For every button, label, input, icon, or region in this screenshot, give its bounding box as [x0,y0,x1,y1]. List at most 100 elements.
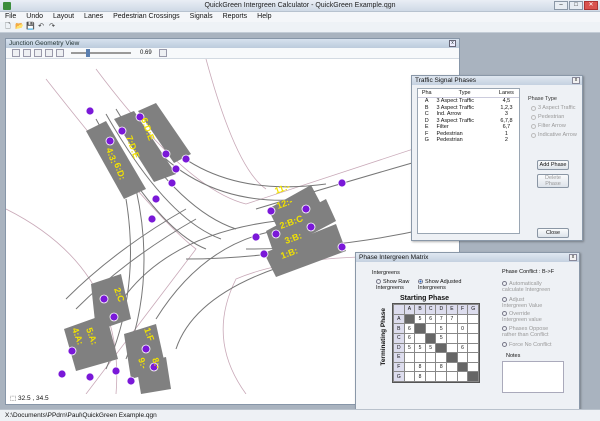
matrix-cell[interactable] [467,332,479,344]
matrix-cell[interactable] [424,371,437,382]
show-adjusted-option[interactable]: Show Adjusted Intergreens [418,279,464,291]
menu-layout[interactable]: Layout [48,12,79,22]
matrix-col-header: B [414,304,426,315]
phases-oppose-option[interactable]: Phases Oppose rather than Conflict [502,326,552,338]
table-row[interactable]: G Pedestrian 2 [418,137,519,144]
matrix-cell[interactable] [435,342,448,354]
menu-help[interactable]: Help [252,12,276,22]
matrix-cell[interactable] [414,323,426,334]
matrix-cell[interactable] [424,352,437,363]
matrix-cell[interactable] [467,323,479,334]
matrix-cell[interactable]: 7 [435,313,448,325]
show-raw-option[interactable]: Show Raw Intergreens [376,279,416,291]
matrix-cell[interactable] [456,352,469,363]
zoom-slider[interactable] [71,49,131,57]
redo-icon[interactable]: ↷ [48,23,56,31]
maximize-button[interactable]: □ [569,1,583,10]
matrix-cell[interactable] [446,323,458,334]
notes-textarea[interactable] [502,361,564,393]
matrix-cell[interactable]: 5 [403,342,416,354]
override-intergreen-option[interactable]: Override Intergreen value [502,311,546,323]
save-icon[interactable]: 💾 [26,23,35,31]
matrix-cell[interactable] [403,352,416,363]
crossing-tool-icon[interactable] [45,49,53,57]
matrix-cell[interactable] [403,313,416,325]
add-phase-button[interactable]: Add Phase [537,160,569,170]
matrix-cell[interactable] [467,361,479,373]
table-row[interactable]: A 3 Aspect Traffic 4,5 [418,98,519,105]
matrix-cell[interactable]: 5 [435,323,448,334]
matrix-cell[interactable] [456,361,469,373]
matrix-cell[interactable]: 7 [446,313,458,325]
phase-type-option[interactable]: Filter Arrow [531,123,577,129]
matrix-cell[interactable] [446,352,458,363]
matrix-cell[interactable] [435,371,448,382]
matrix-cell[interactable]: 5 [414,342,426,354]
matrix-cell[interactable] [456,313,469,325]
close-button[interactable]: ✕ [584,1,598,10]
grid-icon[interactable] [158,49,167,57]
delete-phase-button[interactable]: Delete Phase [537,174,569,188]
matrix-cell[interactable] [403,361,416,373]
column-header: Pha [418,89,436,98]
matrix-cell[interactable] [414,352,426,363]
matrix-cell[interactable] [403,371,416,382]
matrix-cell[interactable] [424,332,437,344]
matrix-cell[interactable]: 8 [414,371,426,382]
matrix-cell[interactable]: 5 [414,313,426,325]
matrix-cell[interactable]: 0 [456,323,469,334]
close-dialog-button[interactable]: Close [537,228,569,238]
phase-type-option[interactable]: Indicative Arrow [531,132,577,138]
new-file-icon[interactable]: 🗋 [4,23,12,31]
matrix-row-header: E [393,352,405,363]
auto-calc-option[interactable]: Automatically calculate Intergreen [502,281,552,293]
undo-icon[interactable]: ↶ [37,23,45,31]
close-icon[interactable]: x [569,254,577,261]
matrix-cell[interactable] [424,323,437,334]
phases-table[interactable]: Pha Type Lanes A3 Aspect Traffic 4,5 B 3 As… [417,88,520,234]
matrix-cell[interactable] [467,313,479,325]
matrix-cell[interactable] [467,342,479,354]
close-icon[interactable]: x [449,40,456,47]
close-icon[interactable]: x [572,77,580,84]
matrix-cell[interactable] [467,352,479,363]
matrix-cell[interactable] [435,352,448,363]
menu-signals[interactable]: Signals [185,12,218,22]
menu-pedestrian-crossings[interactable]: Pedestrian Crossings [108,12,185,22]
matrix-cell[interactable]: 6 [456,342,469,354]
zoom-slider-thumb[interactable] [86,49,90,57]
force-no-conflict-option[interactable]: Force No Conflict [502,342,552,348]
matrix-cell[interactable]: 5 [424,342,437,354]
intergreen-matrix[interactable]: ABCDEFGA5677B650C65D5556EF88G8 [392,303,480,383]
menu-reports[interactable]: Reports [218,12,253,22]
menu-undo[interactable]: Undo [21,12,48,22]
matrix-cell[interactable]: 8 [435,361,448,373]
matrix-cell[interactable]: 6 [403,323,416,334]
matrix-cell[interactable] [414,332,426,344]
open-folder-icon[interactable]: 📂 [15,23,24,31]
phase-type-option[interactable]: 3 Aspect Traffic [531,105,577,111]
matrix-cell[interactable] [456,371,469,382]
matrix-cell[interactable]: 6 [403,332,416,344]
minimize-button[interactable]: – [554,1,568,10]
matrix-cell[interactable] [446,342,458,354]
menu-lanes[interactable]: Lanes [79,12,108,22]
matrix-cell[interactable]: 6 [424,313,437,325]
window-title: QuickGreen Intergreen Calculator - Quick… [204,2,396,9]
adjust-intergreen-option[interactable]: Adjust Intergreen Value [502,297,546,309]
table-cell: 2 [504,137,508,143]
matrix-cell[interactable] [467,371,479,382]
select-tool-icon[interactable] [12,49,20,57]
matrix-cell[interactable] [446,361,458,373]
matrix-cell[interactable]: 8 [414,361,426,373]
matrix-cell[interactable] [456,332,469,344]
matrix-cell[interactable] [446,371,458,382]
pencil-icon[interactable] [56,49,64,57]
lane-tool-icon[interactable] [34,49,42,57]
matrix-cell[interactable] [424,361,437,373]
pan-tool-icon[interactable] [23,49,31,57]
phase-type-option[interactable]: Pedestrian [531,114,577,120]
menu-file[interactable]: File [0,12,21,22]
matrix-cell[interactable] [446,332,458,344]
matrix-cell[interactable]: 5 [435,332,448,344]
